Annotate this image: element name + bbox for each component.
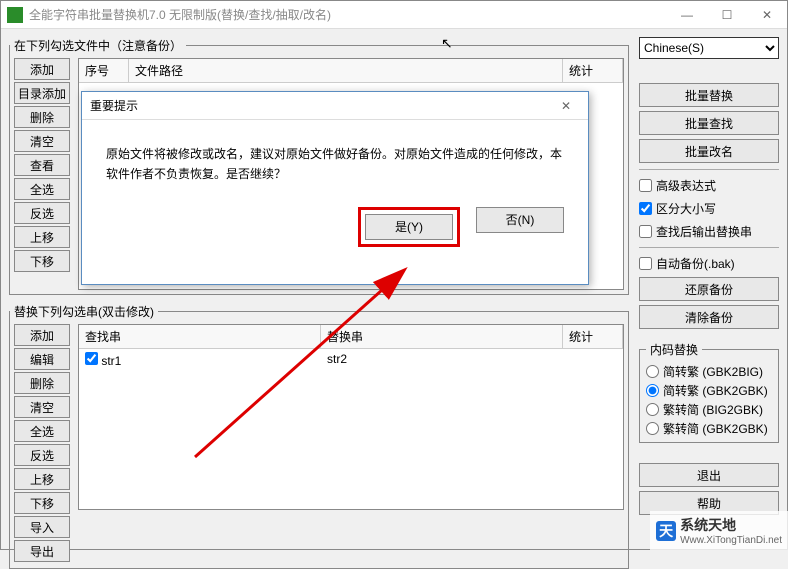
watermark-url: Www.XiTongTianDi.net bbox=[680, 535, 782, 546]
strings-section-legend: 替换下列勾选串(双击修改) bbox=[10, 303, 158, 320]
add-file-button[interactable]: 添加 bbox=[14, 58, 70, 80]
window-title: 全能字符串批量替换机7.0 无限制版(替换/查找/抽取/改名) bbox=[29, 6, 667, 23]
edit-string-button[interactable]: 编辑 bbox=[14, 348, 70, 370]
enc-big2gbk-radio[interactable] bbox=[646, 403, 659, 416]
watermark-icon: 天 bbox=[656, 521, 676, 541]
string-buttons: 添加 编辑 删除 清空 全选 反选 上移 下移 导入 导出 bbox=[10, 320, 74, 568]
move-down-string-button[interactable]: 下移 bbox=[14, 492, 70, 514]
case-sensitive-checkbox[interactable] bbox=[639, 202, 652, 215]
enc-gbk2big-radio[interactable] bbox=[646, 365, 659, 378]
dialog-titlebar: 重要提示 ✕ bbox=[82, 92, 588, 120]
string-header-find[interactable]: 查找串 bbox=[79, 325, 321, 348]
batch-rename-button[interactable]: 批量改名 bbox=[639, 139, 779, 163]
watermark-name: 系统天地 bbox=[680, 515, 782, 535]
invert-strings-button[interactable]: 反选 bbox=[14, 444, 70, 466]
restore-backup-button[interactable]: 还原备份 bbox=[639, 277, 779, 301]
auto-backup-checkbox[interactable] bbox=[639, 257, 652, 270]
batch-replace-button[interactable]: 批量替换 bbox=[639, 83, 779, 107]
move-up-file-button[interactable]: 上移 bbox=[14, 226, 70, 248]
string-header-replace[interactable]: 替换串 bbox=[321, 325, 563, 348]
enc-gbk2big-label: 简转繁 (GBK2BIG) bbox=[663, 363, 763, 380]
adv-expr-checkbox[interactable] bbox=[639, 179, 652, 192]
output-replace-label: 查找后输出替换串 bbox=[656, 223, 752, 240]
dialog-footer: 是(Y) 否(N) bbox=[82, 197, 588, 265]
file-list-header: 序号 文件路径 统计 bbox=[79, 59, 623, 83]
right-panel: Chinese(S) 批量替换 批量查找 批量改名 高级表达式 区分大小写 查找… bbox=[639, 37, 779, 515]
enc-gbk2gbk2-radio[interactable] bbox=[646, 422, 659, 435]
dialog-yes-button[interactable]: 是(Y) bbox=[365, 214, 453, 240]
export-string-button[interactable]: 导出 bbox=[14, 540, 70, 562]
batch-find-button[interactable]: 批量查找 bbox=[639, 111, 779, 135]
clear-strings-button[interactable]: 清空 bbox=[14, 396, 70, 418]
clear-backup-button[interactable]: 清除备份 bbox=[639, 305, 779, 329]
table-row[interactable]: str1 str2 bbox=[79, 349, 623, 371]
case-sensitive-label: 区分大小写 bbox=[656, 200, 716, 217]
add-string-button[interactable]: 添加 bbox=[14, 324, 70, 346]
close-button[interactable]: ✕ bbox=[747, 1, 787, 29]
yes-highlight: 是(Y) bbox=[358, 207, 460, 247]
app-window: 全能字符串批量替换机7.0 无限制版(替换/查找/抽取/改名) — ☐ ✕ 在下… bbox=[0, 0, 788, 550]
minimize-button[interactable]: — bbox=[667, 1, 707, 29]
string-table-header: 查找串 替换串 统计 bbox=[79, 325, 623, 349]
output-replace-checkbox[interactable] bbox=[639, 225, 652, 238]
enc-gbk2gbk-label: 简转繁 (GBK2GBK) bbox=[663, 382, 768, 399]
adv-expr-label: 高级表达式 bbox=[656, 177, 716, 194]
enc-big2gbk-label: 繁转简 (BIG2GBK) bbox=[663, 401, 763, 418]
file-header-path[interactable]: 文件路径 bbox=[129, 59, 563, 82]
file-section-legend: 在下列勾选文件中（注意备份） bbox=[10, 37, 186, 54]
dialog-title: 重要提示 bbox=[90, 97, 552, 114]
move-up-string-button[interactable]: 上移 bbox=[14, 468, 70, 490]
content-area: 在下列勾选文件中（注意备份） 添加 目录添加 删除 清空 查看 全选 反选 上移… bbox=[1, 29, 787, 549]
exit-button[interactable]: 退出 bbox=[639, 463, 779, 487]
move-down-file-button[interactable]: 下移 bbox=[14, 250, 70, 272]
select-all-strings-button[interactable]: 全选 bbox=[14, 420, 70, 442]
dialog-no-button[interactable]: 否(N) bbox=[476, 207, 564, 233]
watermark: 天 系统天地 Www.XiTongTianDi.net bbox=[650, 511, 788, 550]
auto-backup-label: 自动备份(.bak) bbox=[656, 255, 735, 272]
dialog-close-button[interactable]: ✕ bbox=[552, 92, 580, 120]
file-header-stats[interactable]: 统计 bbox=[563, 59, 623, 82]
add-dir-button[interactable]: 目录添加 bbox=[14, 82, 70, 104]
encoding-fieldset: 内码替换 简转繁 (GBK2BIG) 简转繁 (GBK2GBK) 繁转简 (BI… bbox=[639, 341, 779, 443]
clear-files-button[interactable]: 清空 bbox=[14, 130, 70, 152]
app-icon bbox=[7, 7, 23, 23]
row-find: str1 bbox=[101, 354, 121, 368]
select-all-files-button[interactable]: 全选 bbox=[14, 178, 70, 200]
dialog-body: 原始文件将被修改或改名，建议对原始文件做好备份。对原始文件造成的任何修改，本软件… bbox=[82, 120, 588, 197]
file-header-seq[interactable]: 序号 bbox=[79, 59, 129, 82]
import-string-button[interactable]: 导入 bbox=[14, 516, 70, 538]
enc-gbk2gbk-radio[interactable] bbox=[646, 384, 659, 397]
row-replace: str2 bbox=[321, 349, 563, 371]
encoding-legend: 内码替换 bbox=[646, 341, 702, 358]
language-select[interactable]: Chinese(S) bbox=[639, 37, 779, 59]
row-checkbox[interactable] bbox=[85, 352, 98, 365]
invert-files-button[interactable]: 反选 bbox=[14, 202, 70, 224]
enc-gbk2gbk2-label: 繁转简 (GBK2GBK) bbox=[663, 420, 768, 437]
string-table[interactable]: 查找串 替换串 统计 str1 str2 bbox=[78, 324, 624, 510]
file-buttons: 添加 目录添加 删除 清空 查看 全选 反选 上移 下移 bbox=[10, 54, 74, 294]
confirm-dialog: 重要提示 ✕ 原始文件将被修改或改名，建议对原始文件做好备份。对原始文件造成的任… bbox=[81, 91, 589, 285]
title-bar: 全能字符串批量替换机7.0 无限制版(替换/查找/抽取/改名) — ☐ ✕ bbox=[1, 1, 787, 29]
delete-file-button[interactable]: 删除 bbox=[14, 106, 70, 128]
delete-string-button[interactable]: 删除 bbox=[14, 372, 70, 394]
strings-section: 替换下列勾选串(双击修改) 添加 编辑 删除 清空 全选 反选 上移 下移 导入… bbox=[9, 303, 629, 569]
view-file-button[interactable]: 查看 bbox=[14, 154, 70, 176]
maximize-button[interactable]: ☐ bbox=[707, 1, 747, 29]
string-header-stats[interactable]: 统计 bbox=[563, 325, 623, 348]
row-stats bbox=[563, 349, 623, 371]
